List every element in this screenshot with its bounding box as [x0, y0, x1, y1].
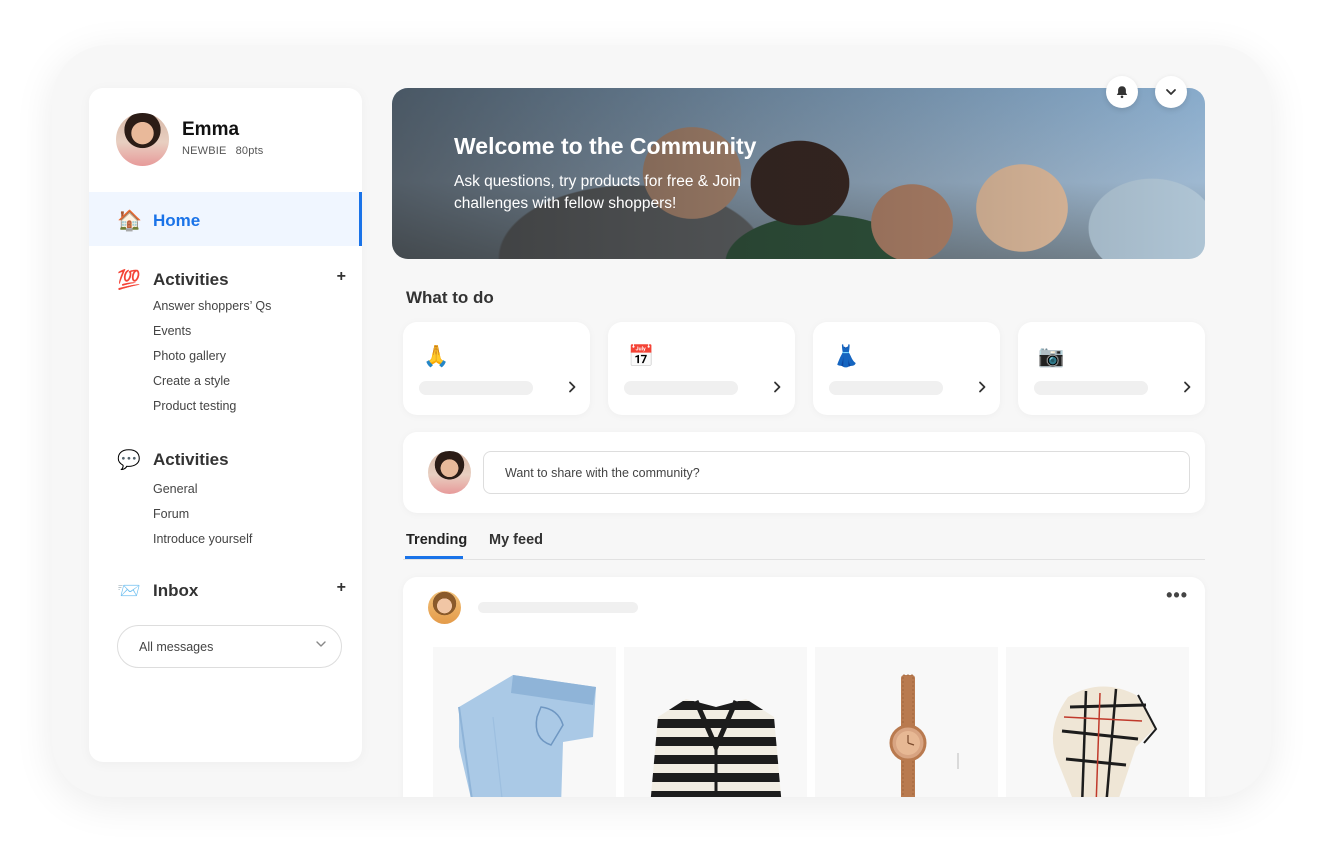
chevron-right-icon — [774, 381, 781, 393]
welcome-banner: Welcome to the Community Ask questions, … — [392, 88, 1205, 259]
sidebar-item-events[interactable]: Events — [153, 324, 271, 349]
pray-icon: 🙏 — [423, 345, 450, 368]
skeleton-placeholder — [478, 602, 638, 613]
tab-my-feed[interactable]: My feed — [489, 532, 543, 548]
cardigan-icon — [650, 699, 782, 797]
hero-subtitle: Ask questions, try products for free & J… — [454, 173, 741, 212]
jeans-image[interactable] — [433, 647, 616, 797]
sidebar-item-forum[interactable]: Forum — [153, 507, 252, 532]
profile-meta: NEWBIE 80pts — [182, 145, 264, 157]
profile-name: Emma — [182, 119, 240, 140]
sidebar-item-label: Home — [153, 211, 201, 230]
cardigan-image[interactable] — [624, 647, 807, 797]
notifications-button[interactable] — [1106, 76, 1138, 108]
avatar — [428, 451, 471, 494]
camera-icon: 📷 — [1038, 345, 1065, 368]
skeleton-placeholder — [419, 381, 533, 395]
share-input[interactable]: Want to share with the community? — [483, 451, 1190, 494]
sidebar-item-create-style[interactable]: Create a style — [153, 374, 271, 399]
envelope-icon: 📨 — [117, 581, 141, 602]
sidebar-item-introduce-yourself[interactable]: Introduce yourself — [153, 532, 252, 557]
sidebar-section-label[interactable]: Activities — [153, 450, 229, 470]
jeans-icon — [458, 675, 596, 797]
todo-card[interactable]: 📅 — [608, 322, 795, 415]
skeleton-placeholder — [1034, 381, 1148, 395]
chevron-right-icon — [569, 381, 576, 393]
watch-icon — [889, 674, 959, 797]
sidebar-item-product-testing[interactable]: Product testing — [153, 399, 271, 424]
hundred-points-icon: 💯 — [117, 270, 141, 291]
chevron-right-icon — [1184, 381, 1191, 393]
messages-filter-value: All messages — [139, 640, 214, 654]
todo-card[interactable]: 👗 — [813, 322, 1000, 415]
profile-header[interactable]: Emma NEWBIE 80pts — [116, 113, 356, 169]
skeleton-placeholder — [829, 381, 943, 395]
more-options-icon[interactable]: ••• — [1166, 585, 1188, 606]
house-icon: 🏠 — [117, 210, 142, 232]
calendar-icon: 📅 — [628, 345, 655, 368]
chevron-down-icon — [316, 641, 326, 647]
avatar[interactable] — [428, 591, 461, 624]
todo-card[interactable]: 🙏 — [403, 322, 590, 415]
app-frame: Emma NEWBIE 80pts 🏠 Home 💯 Activities + A… — [52, 45, 1271, 797]
tab-trending[interactable]: Trending — [406, 532, 467, 548]
post-composer: Want to share with the community? — [403, 432, 1205, 513]
scarf-image[interactable] — [1006, 647, 1189, 797]
feed-tabs: Trending My feed — [403, 525, 1205, 560]
sidebar-item-photo-gallery[interactable]: Photo gallery — [153, 349, 271, 374]
new-message-button[interactable]: + — [337, 579, 346, 597]
share-input-placeholder: Want to share with the community? — [505, 466, 700, 480]
watch-image[interactable] — [815, 647, 998, 797]
dress-icon: 👗 — [833, 345, 860, 368]
sidebar-item-general[interactable]: General — [153, 482, 252, 507]
skeleton-placeholder — [624, 381, 738, 395]
chevron-right-icon — [979, 381, 986, 393]
speech-bubble-icon: 💬 — [117, 450, 141, 471]
feed-post: ••• — [403, 577, 1205, 797]
messages-filter-select[interactable]: All messages — [117, 625, 342, 668]
what-to-do-title: What to do — [406, 288, 494, 307]
sidebar-section-label[interactable]: Inbox — [153, 581, 198, 601]
todo-card[interactable]: 📷 — [1018, 322, 1205, 415]
sidebar-section-label[interactable]: Activities — [153, 270, 229, 290]
add-activity-button[interactable]: + — [337, 268, 346, 286]
scarf-icon — [1052, 686, 1158, 797]
hero-title: Welcome to the Community — [454, 133, 757, 159]
sidebar-item-answer-questions[interactable]: Answer shoppers’ Qs — [153, 299, 271, 324]
profile-points: 80pts — [235, 145, 264, 157]
sidebar-item-home[interactable]: 🏠 Home — [89, 192, 362, 246]
chevron-down-icon — [1166, 89, 1176, 95]
bell-icon — [1116, 86, 1128, 99]
account-menu-button[interactable] — [1155, 76, 1187, 108]
sidebar: Emma NEWBIE 80pts 🏠 Home 💯 Activities + A… — [89, 88, 362, 762]
active-tab-indicator — [405, 556, 463, 559]
profile-level: NEWBIE — [182, 145, 227, 157]
avatar[interactable] — [116, 113, 169, 166]
